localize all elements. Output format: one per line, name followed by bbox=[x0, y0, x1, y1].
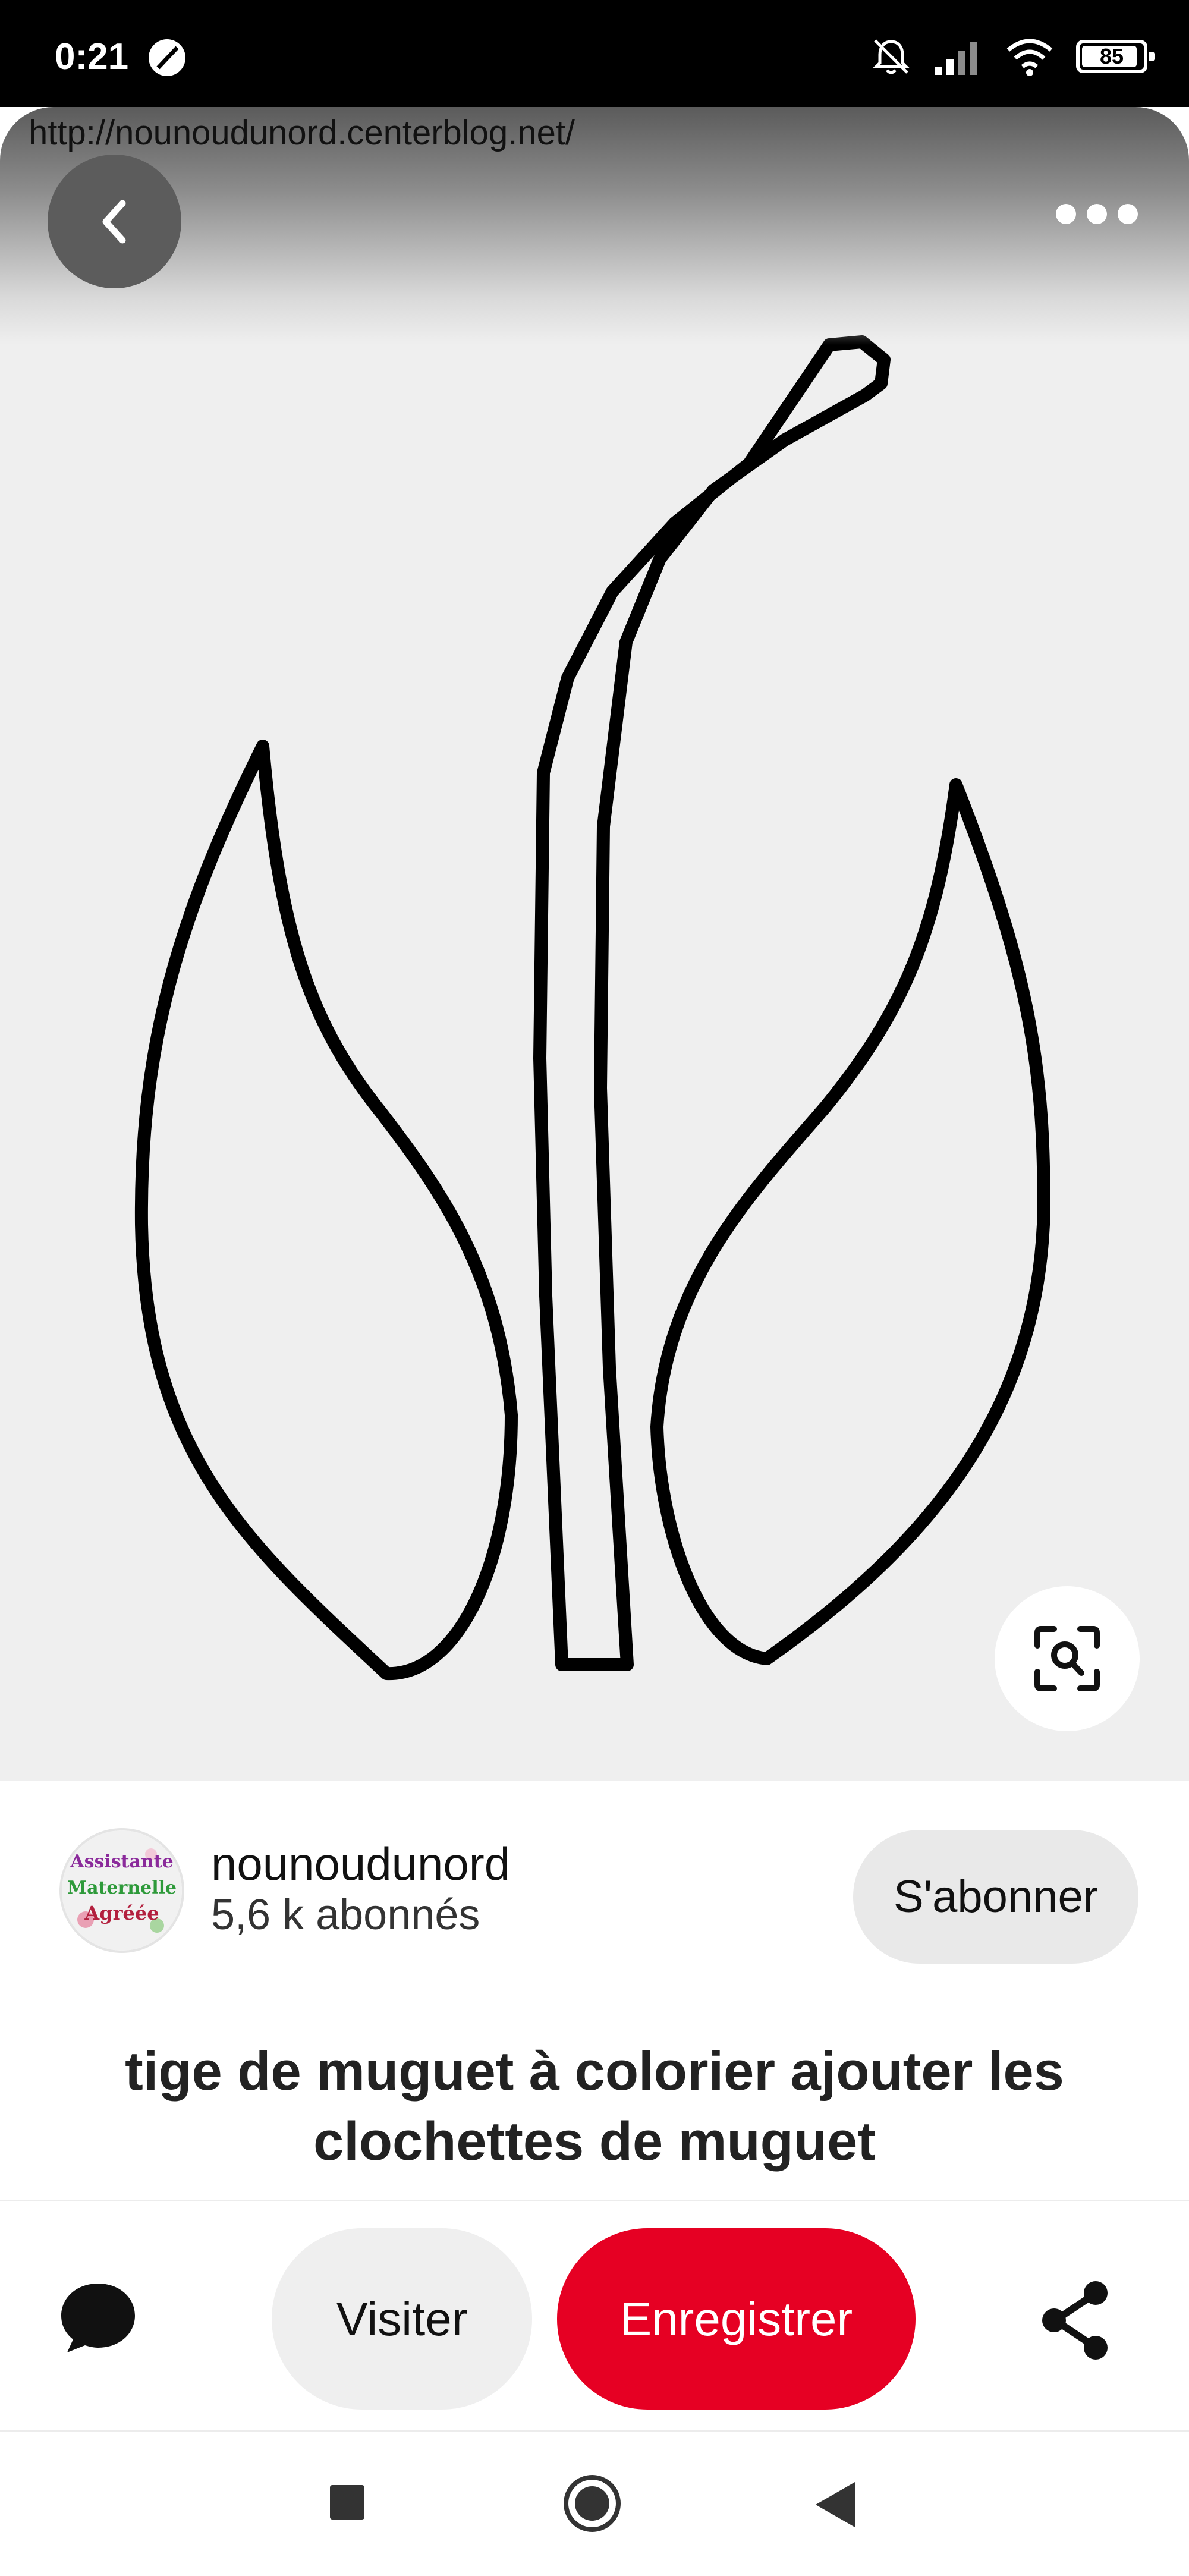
status-icons: 85 bbox=[870, 33, 1155, 80]
creator-avatar[interactable]: Assistante Maternelle Agréée bbox=[59, 1828, 184, 1953]
battery-level: 85 bbox=[1099, 44, 1124, 68]
back-triangle-icon[interactable] bbox=[816, 2482, 855, 2527]
creator-row: Assistante Maternelle Agréée nounoudunor… bbox=[0, 1807, 1189, 1974]
avatar-text-line: Assistante bbox=[70, 1851, 173, 1872]
battery-icon: 85 bbox=[1076, 40, 1155, 73]
more-dot bbox=[1087, 204, 1107, 224]
creator-name[interactable]: nounoudunord bbox=[211, 1837, 510, 1891]
save-button[interactable]: Enregistrer bbox=[557, 2228, 916, 2410]
source-url-watermark: http://nounoudunord.centerblog.net/ bbox=[29, 114, 575, 152]
system-nav-bar bbox=[0, 2435, 1189, 2576]
wifi-icon bbox=[1006, 39, 1053, 76]
share-icon bbox=[1042, 2281, 1108, 2360]
more-dot bbox=[1118, 204, 1138, 224]
signal-icon bbox=[935, 42, 977, 75]
follow-button[interactable]: S'abonner bbox=[853, 1830, 1138, 1964]
more-dots-icon bbox=[1056, 204, 1076, 224]
action-bar: Visiter Enregistrer bbox=[0, 2200, 1189, 2432]
visit-button[interactable]: Visiter bbox=[272, 2228, 532, 2410]
avatar-text-line: Maternelle bbox=[67, 1877, 177, 1898]
creator-followers: 5,6 k abonnés bbox=[211, 1891, 480, 1939]
comment-icon bbox=[61, 2284, 135, 2352]
avatar-logo: Assistante Maternelle Agréée bbox=[62, 1830, 182, 1951]
back-button[interactable] bbox=[48, 155, 181, 288]
status-time: 0:21 bbox=[55, 36, 129, 77]
status-bar: 0:21 85 bbox=[0, 0, 1189, 107]
comment-button[interactable] bbox=[56, 2279, 140, 2356]
visual-search-icon bbox=[1034, 1626, 1100, 1691]
pin-title: tige de muguet à colorier ajouter les cl… bbox=[125, 2041, 1064, 2172]
share-button[interactable] bbox=[1037, 2279, 1115, 2362]
moon-icon bbox=[149, 39, 185, 76]
recents-square-icon[interactable] bbox=[330, 2485, 364, 2520]
home-circle-icon[interactable] bbox=[564, 2475, 621, 2532]
pin-image[interactable]: http://nounoudunord.centerblog.net/ bbox=[0, 107, 1189, 1781]
chevron-left-icon bbox=[102, 200, 125, 243]
lily-of-the-valley-drawing bbox=[134, 335, 1050, 1681]
avatar-text-line: Agréée bbox=[84, 1902, 159, 1924]
bell-off-icon bbox=[872, 39, 910, 74]
visual-search-button[interactable] bbox=[995, 1586, 1140, 1731]
more-options-button[interactable] bbox=[1040, 178, 1153, 250]
